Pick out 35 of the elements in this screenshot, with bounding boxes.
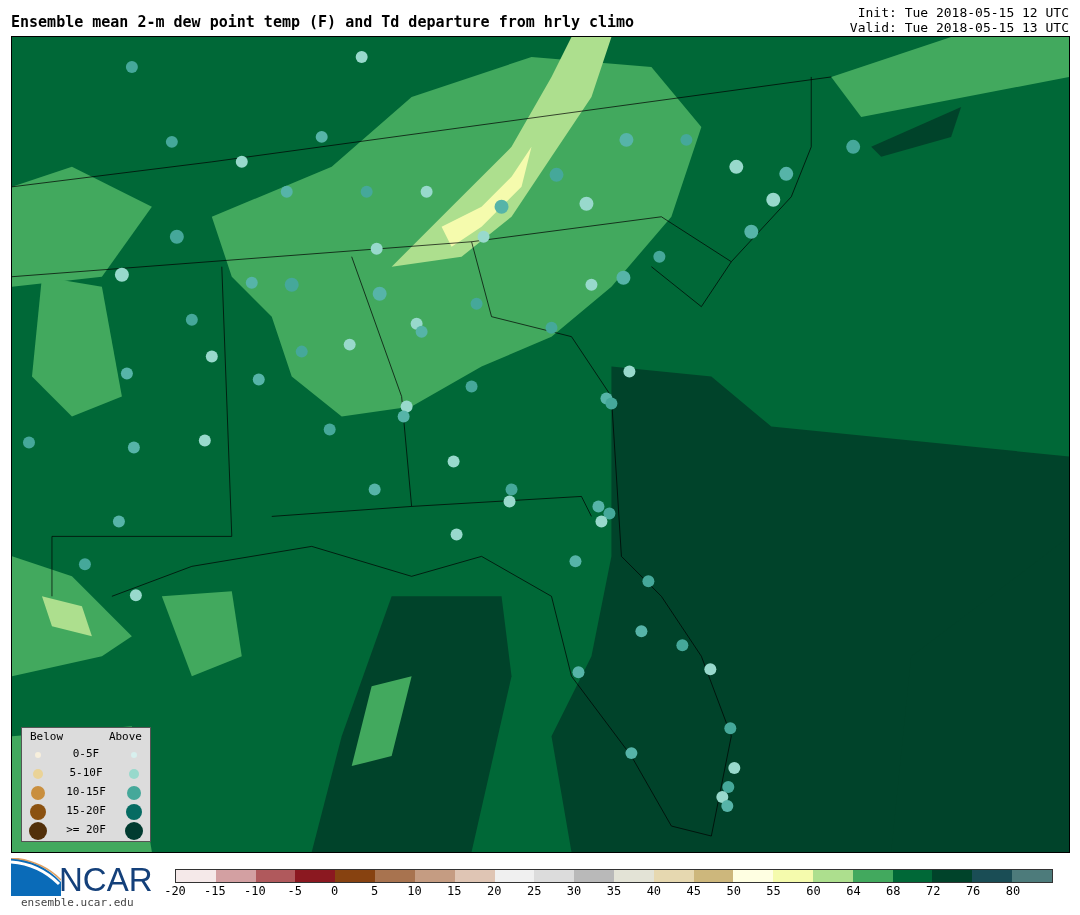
colorbar-tick-label: 60 (806, 885, 821, 897)
colorbar-tick-label: 10 (407, 885, 422, 897)
legend-label: 10-15F (66, 784, 106, 801)
legend-heading: Above (108, 729, 142, 745)
colorbar-tick-label: 72 (926, 885, 941, 897)
logo-swoosh-icon (11, 858, 61, 896)
colorbar-tick-label: 25 (526, 885, 542, 897)
colorbar-tick-label: 5 (370, 885, 379, 897)
logo-wordmark: NCAR (59, 863, 153, 896)
colorbar-tick-label: -5 (287, 885, 302, 897)
legend-heading: Below (30, 729, 64, 745)
colorbar-tick-label: 40 (646, 885, 662, 897)
legend-label: 15-20F (66, 803, 106, 820)
logo-url: ensemble.ucar.edu (20, 896, 135, 910)
colorbar-tick-label: 64 (846, 885, 861, 897)
legend-label: >= 20F (66, 822, 106, 839)
colorbar-tick-label: 20 (487, 885, 502, 897)
colorbar-tick-label: 76 (965, 885, 981, 897)
colorbar-tick-label: 15 (447, 885, 462, 897)
colorbar-tick-label: 50 (726, 885, 741, 897)
valid-time: Valid: Tue 2018-05-15 13 UTC (849, 20, 1069, 35)
chart-title: Ensemble mean 2-m dew point temp (F) and Td departure from hrly climo (11, 15, 635, 33)
colorbar-tick-label: -10 (243, 885, 266, 897)
colorbar-tick-label: 30 (566, 885, 582, 897)
colorbar-tick-label: 35 (606, 885, 622, 897)
colorbar-tick-label: -15 (204, 885, 226, 897)
colorbar-tick-label: -20 (164, 885, 186, 897)
colorbar-tick-label: 0 (331, 885, 339, 897)
colorbar-tick-label: 80 (1005, 885, 1021, 897)
legend-label: 0-5F (72, 746, 100, 763)
colorbar-tick-label: 68 (886, 885, 901, 897)
colorbar-tick-label: 55 (766, 885, 781, 897)
legend-label: 5-10F (69, 765, 103, 782)
colorbar-tick-label: 45 (686, 885, 701, 897)
init-time: Init: Tue 2018-05-15 12 UTC (857, 5, 1069, 20)
